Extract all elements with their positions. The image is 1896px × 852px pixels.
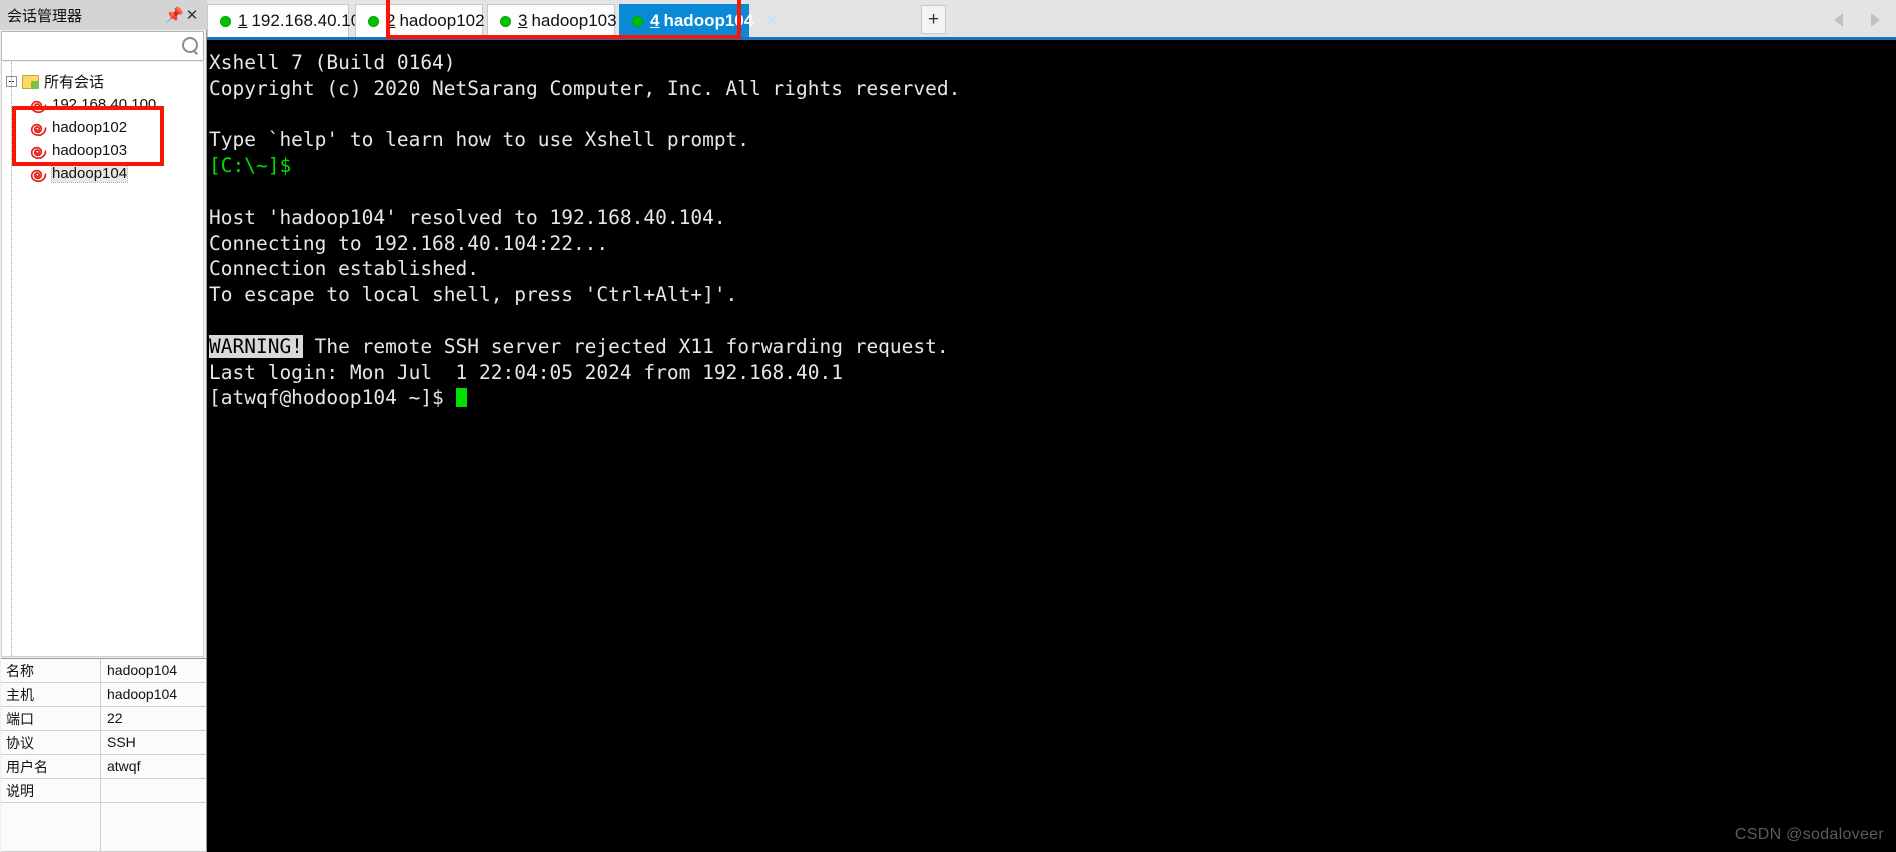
property-key: 端口 (1, 707, 101, 730)
property-value[interactable]: 22 (101, 707, 206, 730)
tab-number: 2 (386, 11, 396, 30)
tab-scroll-controls (1834, 11, 1880, 29)
property-value[interactable]: hadoop104 (101, 659, 206, 682)
triangle-right-icon[interactable] (1871, 13, 1880, 27)
terminal-line: [C:\~]$ (209, 153, 1896, 179)
terminal-line: Last login: Mon Jul 1 22:04:05 2024 from… (209, 360, 1896, 386)
session-tree-item-label: 192.168.40.100 (52, 96, 157, 113)
property-row: 端口 22 (1, 707, 206, 731)
terminal-line-text: The remote SSH server rejected X11 forwa… (302, 334, 949, 358)
terminal-line: Connecting to 192.168.40.104:22... (209, 231, 1896, 257)
session-properties-table: 名称 hadoop104 主机 hadoop104 端口 22 协议 SSH 用户名 atwqf 说… (1, 658, 206, 852)
status-dot-icon (368, 15, 379, 27)
tab-192.168.40.100[interactable]: 1192.168.40.100× (207, 4, 393, 37)
terminal-output[interactable]: Xshell 7 (Build 0164) Copyright (c) 2020 … (207, 40, 1896, 852)
terminal-line: Xshell 7 (Build 0164) (209, 50, 1896, 76)
close-icon[interactable]: ✕ (183, 6, 201, 24)
property-value (101, 803, 206, 851)
property-key: 说明 (1, 779, 101, 802)
tab-label: hadoop104 (663, 11, 754, 30)
session-tree-item[interactable]: 192.168.40.100 (2, 93, 203, 116)
status-dot-icon (500, 15, 511, 27)
tab-hadoop103[interactable]: 3hadoop103× (487, 4, 640, 37)
tab-number: 4 (650, 11, 660, 30)
session-manager-titlebar: 会话管理器 📌 ✕ (0, 0, 207, 30)
session-tree-item[interactable]: hadoop104 (2, 162, 203, 185)
terminal-line: [atwqf@hodoop104 ~]$ (209, 385, 1896, 411)
triangle-left-icon[interactable] (1834, 13, 1843, 27)
tab-label: 192.168.40.100 (251, 11, 370, 30)
session-tree-item-label: hadoop104 (50, 164, 129, 183)
terminal-line-text: Connecting to 192.168.40.104:22... (209, 231, 609, 255)
session-tree-item-label: hadoop103 (52, 142, 128, 159)
tab-number: 1 (238, 11, 248, 30)
tab-number: 3 (518, 11, 528, 30)
property-value[interactable]: hadoop104 (101, 683, 206, 706)
session-tree[interactable]: 所有会话 192.168.40.100 hadoop102 hadoop103 had… (1, 62, 204, 657)
property-key: 名称 (1, 659, 101, 682)
property-value[interactable]: SSH (101, 731, 206, 754)
tab-label: hadoop102 (399, 11, 485, 30)
tree-children: 192.168.40.100 hadoop102 hadoop103 hadoop10… (2, 62, 203, 656)
tab-strip: 1192.168.40.100×2hadoop102×3hadoop103×4h… (207, 0, 1896, 40)
terminal-line-text: Copyright (c) 2020 NetSarang Computer, I… (209, 76, 961, 100)
terminal-line-text: Connection established. (209, 257, 480, 281)
search-icon[interactable] (181, 37, 199, 55)
property-row: 名称 hadoop104 (1, 659, 206, 683)
pin-icon[interactable]: 📌 (165, 6, 184, 24)
terminal-line: To escape to local shell, press 'Ctrl+Al… (209, 282, 1896, 308)
terminal-line-text: [C:\~]$ (209, 154, 292, 178)
search-input[interactable] (6, 37, 181, 55)
terminal-line: WARNING! The remote SSH server rejected … (209, 334, 1896, 360)
tab-label: hadoop103 (531, 11, 617, 30)
terminal-line-text: Host 'hadoop104' resolved to 192.168.40.… (209, 205, 726, 229)
watermark: CSDN @sodaloveer (1734, 826, 1884, 843)
property-row: 协议 SSH (1, 731, 206, 755)
property-key: 主机 (1, 683, 101, 706)
terminal-line: Connection established. (209, 256, 1896, 282)
property-row-empty (1, 803, 206, 852)
terminal-line-text: [atwqf@hodoop104 ~]$ (209, 386, 456, 410)
terminal-line: Type `help' to learn how to use Xshell p… (209, 127, 1896, 153)
property-row: 主机 hadoop104 (1, 683, 206, 707)
session-manager-panel: 会话管理器 📌 ✕ 所有会话 192.168.40.100 hadoop102 ha… (0, 0, 207, 852)
terminal-line-text: Type `help' to learn how to use Xshell p… (209, 128, 750, 152)
session-icon (30, 97, 47, 113)
session-icon (30, 166, 47, 182)
terminal-line: Copyright (c) 2020 NetSarang Computer, I… (209, 76, 1896, 102)
property-value[interactable] (101, 779, 206, 802)
tab-hadoop102[interactable]: 2hadoop102× (355, 4, 508, 37)
terminal-line: Host 'hadoop104' resolved to 192.168.40.… (209, 205, 1896, 231)
folder-icon (22, 74, 39, 89)
tab-close-icon[interactable]: × (767, 13, 776, 29)
session-icon (30, 143, 47, 159)
status-dot-icon (220, 15, 231, 27)
terminal-cursor (455, 388, 467, 408)
property-row: 用户名 atwqf (1, 755, 206, 779)
terminal-line-text: Last login: Mon Jul 1 22:04:05 2024 from… (209, 360, 843, 384)
tree-root-label: 所有会话 (44, 74, 105, 91)
property-row: 说明 (1, 779, 206, 803)
tab-hadoop104[interactable]: 4 hadoop104 × (619, 4, 777, 37)
session-tree-item[interactable]: hadoop102 (2, 116, 203, 139)
property-key: 用户名 (1, 755, 101, 778)
tree-root-all-sessions[interactable]: 所有会话 (2, 70, 203, 93)
terminal-line-text: Xshell 7 (Build 0164) (209, 51, 456, 74)
session-search-box[interactable] (1, 31, 204, 61)
terminal-warning-badge: WARNING! (209, 334, 303, 358)
property-key (1, 803, 101, 851)
property-value[interactable]: atwqf (101, 755, 206, 778)
session-icon (30, 120, 47, 136)
session-tree-item[interactable]: hadoop103 (2, 139, 203, 162)
property-key: 协议 (1, 731, 101, 754)
session-tree-item-label: hadoop102 (52, 119, 128, 136)
xshell-window: 会话管理器 📌 ✕ 所有会话 192.168.40.100 hadoop102 ha… (0, 0, 1896, 852)
new-tab-button[interactable]: + (921, 5, 946, 34)
terminal-line-text: To escape to local shell, press 'Ctrl+Al… (209, 283, 738, 307)
status-dot-icon (632, 15, 643, 27)
session-manager-title: 会话管理器 (7, 7, 83, 25)
